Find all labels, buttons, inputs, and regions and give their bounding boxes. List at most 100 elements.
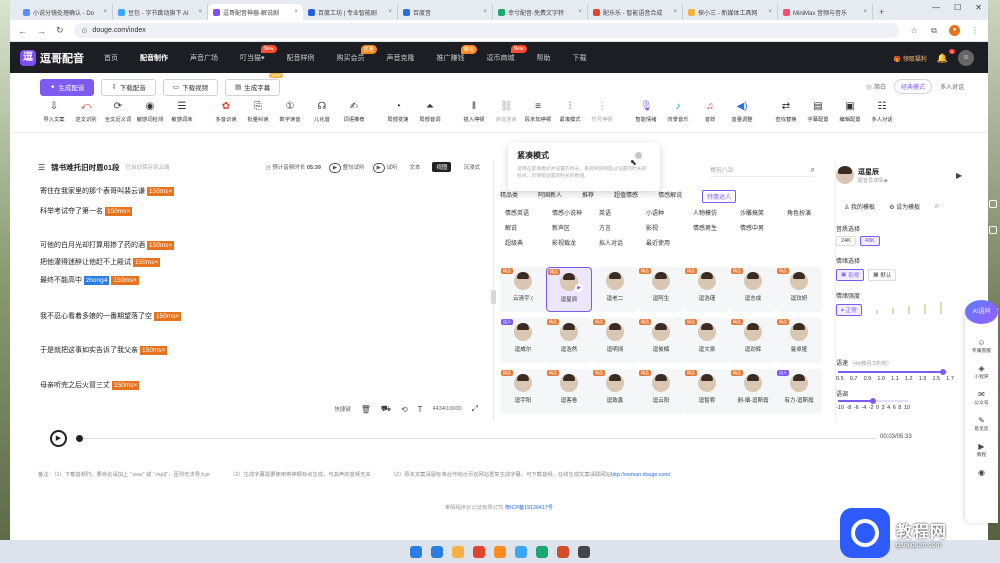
desktop-shortcut-icon[interactable] [989,200,997,208]
nav-item[interactable]: 叮当猫▾ New [240,44,277,63]
intensity-bars[interactable] [876,302,942,314]
voice-tab[interactable]: 超值情感 [614,190,638,203]
browser-tab[interactable]: 配乐乐 - 智能语音合成 × [588,4,683,20]
multi-mode-button[interactable]: 多人对话 [940,82,964,91]
nav-item[interactable]: 配音制作 [140,53,168,63]
view-text-tab[interactable]: 文本 [405,162,424,172]
tab-close-icon[interactable]: × [388,9,392,15]
tool-speed[interactable]: ◔ 局部变速 [382,101,414,123]
voice-card[interactable]: 精品 曼卓娅 [776,318,822,363]
pause-tag[interactable]: 150ms× [147,186,175,196]
text-icon[interactable]: T [418,405,423,414]
voice-card[interactable]: 精品 逗云阳 [638,369,684,414]
tool-effect[interactable]: ♫ 音效 [694,101,726,123]
speed-slider[interactable] [838,369,948,375]
nav-item[interactable]: 下载 [573,53,587,63]
voice-card[interactable]: 精品 逗明阔 [592,318,638,363]
tool-batch[interactable]: ⎘ 批量纠读 [242,101,274,123]
remove-icon[interactable]: × [134,382,138,389]
dock-item[interactable]: ◉ [978,468,985,477]
menu-icon[interactable]: ☰ [38,163,45,172]
quality-48k[interactable]: 48K [859,236,880,246]
classic-mode-button[interactable]: 经典模式 [893,79,932,94]
forward-icon[interactable]: → [37,26,46,36]
pause-tag[interactable]: 150ms× [154,311,182,321]
desktop-shortcut-icon[interactable] [989,226,997,234]
taskbar-app-icon[interactable] [494,545,506,558]
tab-close-icon[interactable]: × [483,9,487,15]
voice-card[interactable]: 精品 逗浩然 [546,318,592,363]
maximize-icon[interactable]: ☐ [954,3,961,12]
voice-card[interactable]: 精品 剥-烟-逗斯霞 [730,369,776,414]
avatar[interactable]: ☺ [958,50,974,66]
voice-category[interactable]: 拟人对话 [599,238,646,247]
dock-item[interactable]: ☺ 专属客服 [972,338,991,354]
subtitle-button[interactable]: ▤ 生成字幕 SVIP [225,72,284,96]
voice-category[interactable]: 情感中男 [740,223,787,232]
browser-tab[interactable]: 百度音 × [398,4,493,20]
document-title[interactable]: 锦书难托旧时恩01段 [51,162,119,173]
tool-link[interactable]: ⛓ 读音连读 [490,101,522,123]
voice-category[interactable]: 情感男生 [693,223,740,232]
url-field[interactable]: ⊙ douge.com/index [73,23,899,38]
voice-tab[interactable]: 推荐 [582,190,594,203]
tool-word[interactable]: ✍ 词语推荐 [338,101,370,123]
tool-replace[interactable]: ⇄ 查找替换 [770,101,802,123]
voice-card[interactable]: 精品 逗客卷 [546,369,592,414]
tool-subtitle[interactable]: ▤ 字幕配置 [802,101,834,123]
tool-synonym[interactable]: ⟳ 全文近义词 [102,101,134,123]
text-line[interactable]: 最终不能高中 zhong4 150ms× [40,275,139,285]
voice-card[interactable]: 达人 逗威尔 [500,318,546,363]
browser-tab[interactable]: 小说分镜处理确认 - Do × [18,4,113,20]
voice-card[interactable]: 精品 逗玟妍 [776,267,822,312]
reload-icon[interactable]: ↻ [56,25,64,36]
voice-desc[interactable]: 配音员详情 ▶ [858,177,888,184]
tool-pause[interactable]: ‖ 插入停顿 [458,101,490,123]
browser-tab[interactable]: 百度工坊 | 专业智能剧 × [303,4,398,20]
theme-toggle[interactable]: 简白 [865,82,886,91]
ai-assistant-badge[interactable]: AI语问 [965,300,998,324]
icp-link[interactable]: 粤ICP备19136417号 [505,505,553,511]
voice-category[interactable]: 沙雕搞笑 [740,208,787,217]
search-icon[interactable]: ⌕ [811,165,815,175]
voice-category[interactable]: 情感小说神 [552,208,599,217]
voice-tab[interactable]: 阿国新人 [538,190,562,203]
nav-item[interactable]: 逗币商城 New [487,44,527,63]
emotion-default[interactable]: ▦ 默认 [868,269,897,281]
nav-item[interactable]: 推广赚钱 赚钱 [437,44,477,63]
expand-icon[interactable]: ⤢ [472,404,478,414]
remove-icon[interactable]: × [169,242,173,249]
voice-category[interactable]: 英语 [599,208,646,217]
new-tab-icon[interactable]: + [879,7,884,17]
logo[interactable]: 逗 逗哥配音 [20,49,84,66]
dock-item[interactable]: ◈ 小程序 [974,364,988,380]
browser-tab[interactable]: 探小三 - 新媒体工具网 × [683,4,778,20]
nav-item[interactable]: 帮助 [537,53,551,63]
minimize-icon[interactable]: — [932,3,940,12]
pause-tag[interactable]: 150ms× [112,380,140,390]
browser-tab[interactable]: 逗哥配音神器-解说剧 × [208,4,303,20]
reward-link[interactable]: 🎁 领取福利 [894,54,927,63]
close-icon[interactable]: ✕ [975,3,982,12]
nav-item[interactable]: 声音克隆 [387,53,415,63]
tool-multi[interactable]: ☷ 多人对话 [866,101,898,123]
intensity-normal[interactable]: ▴ 正常 [836,304,862,316]
pane-resize-handle[interactable] [491,290,496,304]
trash-icon[interactable]: 🗑 [361,405,371,414]
voice-card[interactable]: 达人 有力-逗斯霞 [776,369,822,414]
site-info-icon[interactable]: ⊙ [82,27,88,35]
taskbar-app-icon[interactable] [536,545,548,558]
tab-close-icon[interactable]: × [198,9,202,15]
download-audio-button[interactable]: ⇩ 下载配音 [101,78,156,96]
voice-card[interactable]: 逗老二 [592,267,638,312]
remove-icon[interactable]: × [162,347,166,354]
menu-icon[interactable]: ⋮ [970,26,980,36]
star-icon[interactable]: ☆ [909,26,919,36]
pause-tag[interactable]: 150ms× [133,257,161,267]
tool-erhua[interactable]: ☊ 儿化音 [306,101,338,123]
voice-category[interactable]: 影视 [646,223,693,232]
nav-item[interactable]: 首页 [104,53,118,63]
browser-tab[interactable]: 幸兮配音-免费文字转 × [493,4,588,20]
voice-card[interactable]: 精品 逗劲辉 [730,318,776,363]
view-view-tab[interactable]: 视图 [432,162,452,172]
